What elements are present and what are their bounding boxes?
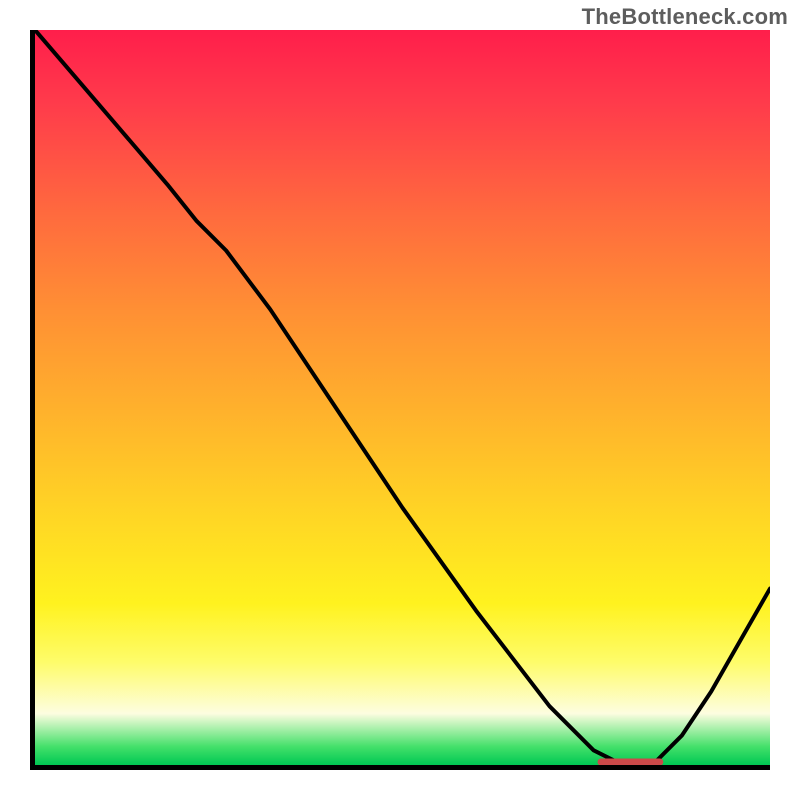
bottleneck-curve [35, 30, 770, 765]
plot-area [30, 30, 770, 770]
watermark-text: TheBottleneck.com [582, 4, 788, 30]
chart-canvas: TheBottleneck.com [0, 0, 800, 800]
curve-svg [35, 30, 770, 765]
